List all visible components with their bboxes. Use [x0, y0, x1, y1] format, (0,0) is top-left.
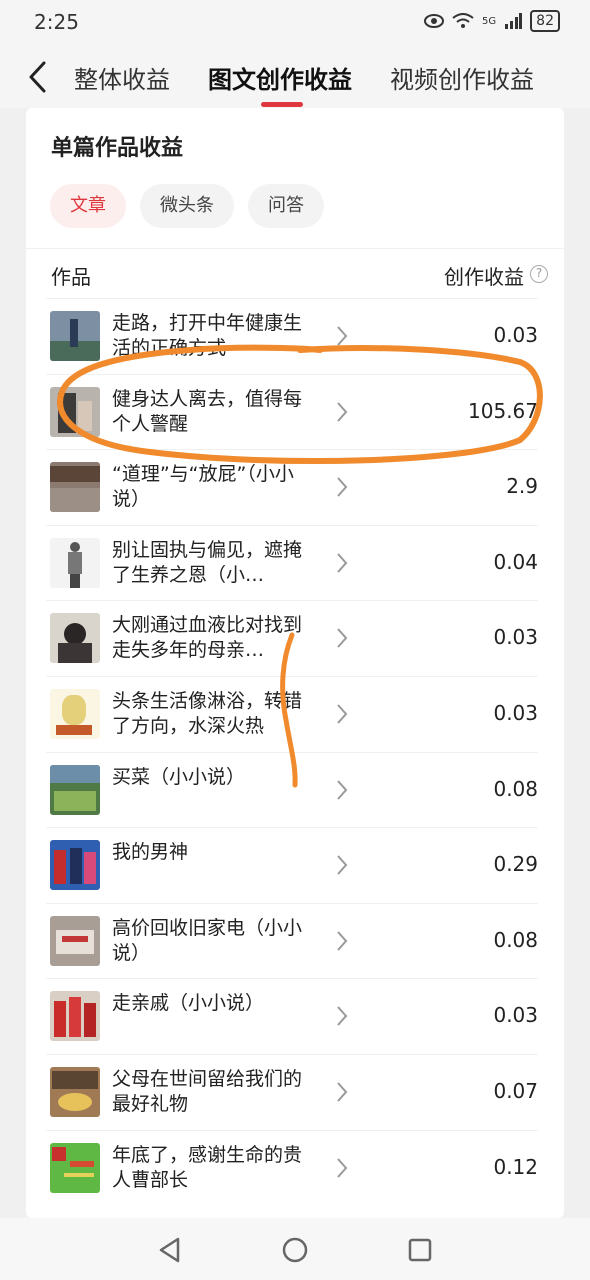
chevron-right-icon [337, 326, 348, 346]
income-value: 0.08 [493, 927, 538, 952]
nav-back-icon[interactable] [156, 1236, 184, 1264]
active-tab-indicator [261, 102, 303, 107]
income-value: 0.03 [493, 323, 538, 347]
thumbnail-image [50, 386, 100, 437]
chevron-right-icon [337, 1006, 348, 1027]
income-value: 105.67 [468, 398, 538, 423]
income-value: 0.03 [493, 700, 538, 725]
income-value: 0.07 [493, 1078, 538, 1103]
status-icons: 5G 82 [424, 10, 560, 32]
table-row[interactable]: 高价回收旧家电（小小说） 0.08 [46, 902, 538, 979]
chevron-right-icon [337, 704, 348, 724]
work-title: 我的男神 [112, 841, 189, 864]
tab-video-income[interactable]: 视频创作收益 [390, 60, 534, 95]
table-row[interactable]: 别让固执与偏见，遮掩了生养之恩（小… 0.04 [46, 524, 538, 601]
wifi-icon [452, 13, 474, 28]
thumbnail-image [50, 613, 100, 664]
chevron-right-icon [337, 931, 348, 951]
network-type: 5G [482, 15, 497, 27]
thumbnail-image [50, 688, 100, 739]
battery-indicator: 82 [530, 10, 560, 32]
table-row[interactable]: 大刚通过血液比对找到走失多年的母亲… 0.03 [46, 600, 538, 676]
thumbnail-image [50, 1142, 100, 1193]
thumbnail-image [50, 991, 100, 1042]
nav-recents-icon[interactable] [406, 1236, 434, 1264]
chevron-right-icon [337, 477, 348, 497]
work-title: 年底了，感谢生命的贵人曹部长 [112, 1143, 303, 1191]
header-tabs: 整体收益 图文创作收益 视频创作收益 [0, 46, 590, 108]
work-title: 头条生活像淋浴，转错了方向，水深火热 [112, 689, 303, 737]
table-row[interactable]: 头条生活像淋浴，转错了方向，水深火热 0.03 [46, 675, 538, 752]
chevron-right-icon [337, 1082, 348, 1102]
income-value: 0.03 [493, 625, 538, 650]
chevron-right-icon [337, 779, 348, 800]
work-title: 买菜（小小说） [112, 765, 246, 788]
income-value: 2.9 [506, 474, 538, 499]
table-row[interactable]: 走路，打开中年健康生活的正确方式 0.03 [46, 298, 538, 374]
tab-article-income[interactable]: 图文创作收益 [208, 60, 352, 95]
income-value: 0.29 [493, 852, 538, 877]
status-bar: 2:25 5G 82 [0, 0, 590, 46]
chevron-right-icon [337, 855, 348, 875]
chip-micro-headline[interactable]: 微头条 [140, 184, 234, 228]
help-icon[interactable]: ? [530, 265, 548, 283]
chevron-right-icon [337, 1157, 348, 1178]
column-work: 作品 [51, 265, 91, 289]
thumbnail-image [50, 764, 100, 815]
eye-icon [424, 14, 445, 28]
income-value: 0.03 [493, 1003, 538, 1028]
thumbnail-image [50, 462, 100, 513]
work-title: 高价回收旧家电（小小说） [112, 916, 303, 964]
table-row[interactable]: 买菜（小小说） 0.08 [46, 751, 538, 828]
work-title: 走路，打开中年健康生活的正确方式 [112, 312, 303, 359]
table-header: 作品 创作收益 ? [26, 248, 564, 298]
system-nav-bar [0, 1218, 590, 1280]
thumbnail-image [50, 840, 100, 891]
thumbnail-image [50, 915, 100, 966]
work-title: 父母在世间留给我们的最好礼物 [112, 1067, 303, 1115]
table-row[interactable]: 我的男神 0.29 [46, 827, 538, 903]
thumbnail-image [50, 537, 100, 588]
back-arrow-icon[interactable] [24, 60, 52, 94]
table-row[interactable]: 走亲戚（小小说） 0.03 [46, 978, 538, 1054]
income-value: 0.08 [493, 776, 538, 801]
content-type-filter: 文章 微头条 问答 [50, 184, 324, 228]
chip-article[interactable]: 文章 [50, 184, 126, 228]
income-value: 0.04 [493, 549, 538, 574]
income-value: 0.12 [493, 1154, 538, 1179]
work-title: “道理”与“放屁”（小小说） [112, 463, 294, 511]
work-title: 走亲戚（小小说） [112, 992, 265, 1015]
card-title: 单篇作品收益 [51, 136, 184, 161]
table-row[interactable]: “道理”与“放屁”（小小说） 2.9 [46, 449, 538, 525]
status-time: 2:25 [34, 10, 79, 34]
chevron-right-icon [337, 401, 348, 422]
work-title: 别让固执与偏见，遮掩了生养之恩（小… [112, 538, 303, 586]
thumbnail-image [50, 1066, 100, 1117]
table-row[interactable]: 健身达人离去，值得每个人警醒 105.67 [46, 373, 538, 450]
thumbnail-image [50, 311, 100, 361]
nav-home-icon[interactable] [281, 1236, 309, 1264]
work-list: 走路，打开中年健康生活的正确方式 0.03 健身达人离去，值得每个人警醒 105… [26, 298, 564, 1205]
single-work-income-card: 单篇作品收益 文章 微头条 问答 作品 创作收益 ? 走路，打开中年健康生活的正… [26, 108, 564, 1218]
chevron-right-icon [337, 553, 348, 573]
column-income: 创作收益 [444, 265, 524, 289]
chevron-right-icon [337, 628, 348, 649]
work-title: 健身达人离去，值得每个人警醒 [112, 387, 303, 435]
tab-overall-income[interactable]: 整体收益 [74, 60, 170, 95]
table-row[interactable]: 年底了，感谢生命的贵人曹部长 0.12 [46, 1129, 538, 1206]
chip-qa[interactable]: 问答 [248, 184, 324, 228]
table-row[interactable]: 父母在世间留给我们的最好礼物 0.07 [46, 1053, 538, 1130]
work-title: 大刚通过血液比对找到走失多年的母亲… [112, 614, 303, 662]
signal-icon [505, 13, 523, 29]
app-screen: 2:25 5G 82 整体收益 图文创作收益 视频创作收益 单篇作品收益 文章 … [0, 0, 590, 1280]
